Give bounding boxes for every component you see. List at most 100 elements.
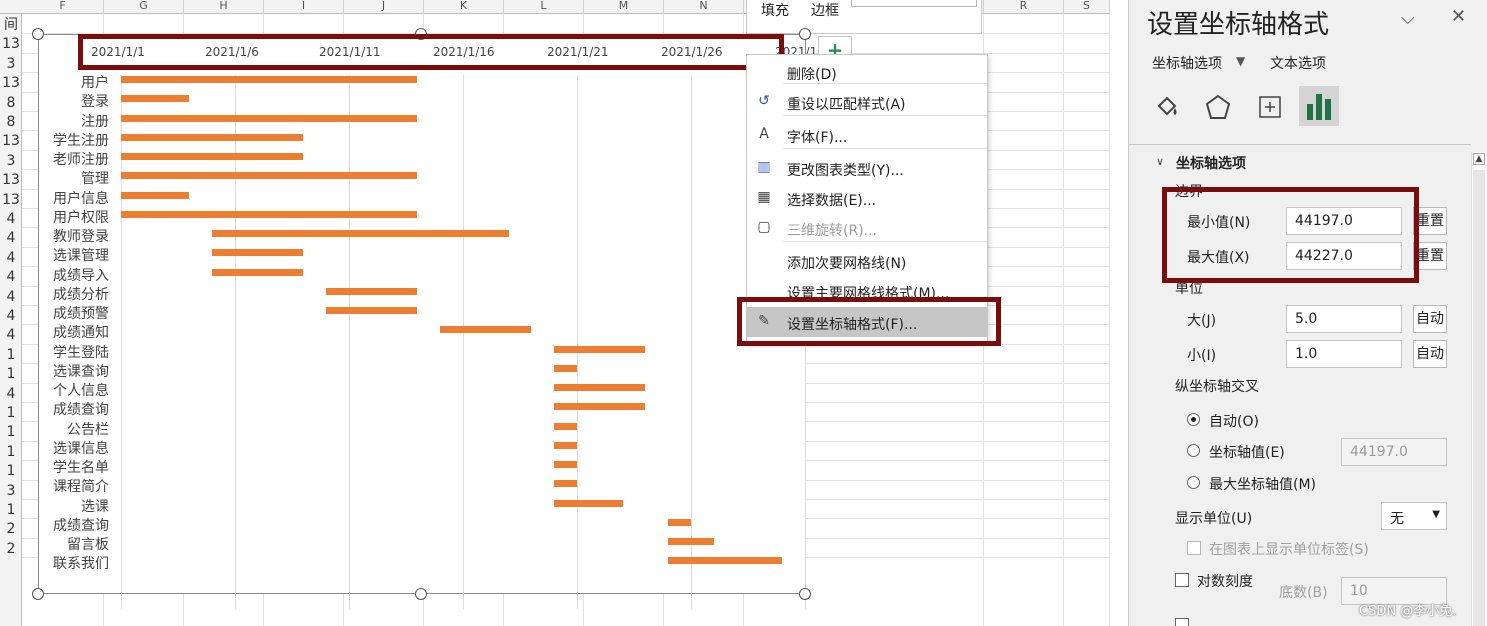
section-title[interactable]: 坐标轴选项 [1176, 153, 1246, 173]
resize-handle-br[interactable] [799, 588, 811, 600]
category-label[interactable]: 选课 [39, 496, 109, 516]
row-header-cell[interactable]: 13 [0, 74, 22, 93]
major-unit-input[interactable]: 5.0 [1286, 305, 1402, 333]
row-header-cell[interactable]: 4 [0, 229, 22, 248]
category-label[interactable]: 课程简介 [39, 476, 109, 496]
gantt-bar[interactable] [440, 326, 532, 334]
category-label[interactable]: 个人信息 [39, 380, 109, 400]
cross-auto-label[interactable]: 自动(O) [1209, 411, 1259, 431]
fill-button[interactable]: 填充 [761, 0, 789, 20]
row-header-cell[interactable]: 4 [0, 326, 22, 345]
axis-options-icon[interactable] [1299, 86, 1339, 126]
gantt-bar[interactable] [121, 153, 304, 160]
column-header-I[interactable]: I [264, 0, 344, 14]
row-header-cell[interactable]: 3 [0, 152, 22, 171]
row-header-cell[interactable]: 4 [0, 210, 22, 229]
row-header-cell[interactable]: 2 [0, 540, 22, 559]
format-dropdown[interactable] [851, 0, 977, 7]
row-header-cell[interactable]: 间 [0, 16, 22, 35]
row-header-cell[interactable]: 2 [0, 520, 22, 539]
row-header-cell[interactable]: 13 [0, 35, 22, 54]
gantt-bar[interactable] [668, 518, 691, 526]
column-header-S[interactable]: S [1064, 0, 1110, 14]
gantt-bar[interactable] [668, 538, 714, 545]
effects-icon[interactable] [1203, 92, 1233, 122]
row-header-cell[interactable]: 1 [0, 365, 22, 384]
category-label[interactable]: 留言板 [39, 534, 109, 554]
row-header-cell[interactable]: 4 [0, 385, 22, 404]
row-header-cell[interactable]: 1 [0, 423, 22, 442]
gantt-bar[interactable] [121, 172, 418, 180]
category-label[interactable]: 成绩分析 [39, 284, 109, 304]
display-units-select[interactable]: 无 ▼ [1381, 502, 1447, 530]
row-header-cell[interactable]: 13 [0, 132, 22, 151]
tab-axis-options-caret-icon[interactable]: ▼ [1236, 54, 1245, 68]
row-header-cell[interactable]: 8 [0, 94, 22, 113]
category-label[interactable]: 学生名单 [39, 457, 109, 477]
cross-value-radio[interactable] [1187, 444, 1200, 457]
column-header-R[interactable]: R [984, 0, 1064, 14]
category-label[interactable]: 成绩查询 [39, 399, 109, 419]
gantt-bar[interactable] [554, 422, 577, 430]
gantt-bar[interactable] [554, 480, 577, 488]
scroll-up-icon[interactable]: ▲ [1473, 153, 1485, 165]
gantt-bar[interactable] [121, 95, 190, 103]
column-header-H[interactable]: H [184, 0, 264, 14]
row-header-cell[interactable]: 3 [0, 482, 22, 501]
row-header-cell[interactable]: 1 [0, 404, 22, 423]
column-header-N[interactable]: N [664, 0, 744, 14]
minor-unit-input[interactable]: 1.0 [1286, 340, 1402, 368]
category-label[interactable]: 联系我们 [39, 553, 109, 573]
category-label[interactable]: 学生登陆 [39, 342, 109, 362]
category-label[interactable]: 教师登录 [39, 226, 109, 246]
border-button[interactable]: 边框 [811, 0, 839, 20]
gantt-bar[interactable] [326, 307, 418, 314]
category-label[interactable]: 选课管理 [39, 245, 109, 265]
menu-item-rotate-3d[interactable]: ▢ 三维旋转(R)... [747, 213, 987, 243]
major-auto-button[interactable]: 自动 [1413, 305, 1447, 333]
row-header-cell[interactable]: 4 [0, 249, 22, 268]
gantt-bar[interactable] [668, 557, 783, 565]
gantt-bar[interactable] [554, 364, 577, 372]
row-header-cell[interactable]: 13 [0, 171, 22, 190]
cross-value-label[interactable]: 坐标轴值(E) [1209, 442, 1285, 462]
size-properties-icon[interactable] [1255, 92, 1285, 122]
resize-handle-tl[interactable] [32, 28, 44, 40]
gantt-bar[interactable] [121, 210, 418, 218]
category-label[interactable]: 选课信息 [39, 438, 109, 458]
gantt-bar[interactable] [554, 345, 646, 353]
gantt-bar[interactable] [121, 133, 304, 141]
cross-max-radio[interactable] [1187, 476, 1200, 489]
column-header-L[interactable]: L [504, 0, 584, 14]
column-header-G[interactable]: G [104, 0, 184, 14]
row-header-cell[interactable]: 4 [0, 288, 22, 307]
menu-item-chart-type[interactable]: ▥ 更改图表类型(Y)... [747, 153, 987, 183]
reverse-order-checkbox[interactable] [1175, 618, 1189, 626]
chevron-down-icon[interactable]: ⌵ [1401, 8, 1415, 29]
row-header-cell[interactable]: 13 [0, 191, 22, 210]
log-scale-checkbox[interactable] [1175, 573, 1189, 587]
menu-item-minor-grid[interactable]: 添加次要网格线(N) [747, 246, 987, 276]
category-label[interactable]: 用户权限 [39, 207, 109, 227]
category-label[interactable]: 成绩通知 [39, 322, 109, 342]
gantt-bar[interactable] [212, 249, 304, 257]
cross-max-label[interactable]: 最大坐标轴值(M) [1209, 474, 1316, 494]
category-label[interactable]: 学生注册 [39, 130, 109, 150]
row-header-cell[interactable]: 1 [0, 443, 22, 462]
gantt-bar[interactable] [554, 441, 577, 449]
column-header-J[interactable]: J [344, 0, 424, 14]
plot-area[interactable]: 2021/1/1 2021/1/6 2021/1/11 2021/1/16 2021/1… [91, 35, 829, 609]
category-label[interactable]: 管理 [39, 168, 109, 188]
fill-line-icon[interactable] [1153, 92, 1183, 122]
minor-auto-button[interactable]: 自动 [1413, 340, 1447, 368]
gantt-bar[interactable] [326, 287, 418, 295]
log-scale-label[interactable]: 对数刻度 [1197, 571, 1253, 591]
tab-axis-options[interactable]: 坐标轴选项 [1152, 53, 1222, 73]
column-header-F[interactable]: F [22, 0, 104, 14]
category-label[interactable]: 用户信息 [39, 188, 109, 208]
resize-handle-bl[interactable] [32, 588, 44, 600]
gantt-bar[interactable] [121, 114, 418, 122]
gantt-bar[interactable] [212, 268, 304, 276]
category-label[interactable]: 老师注册 [39, 149, 109, 169]
category-label[interactable]: 成绩查询 [39, 515, 109, 535]
